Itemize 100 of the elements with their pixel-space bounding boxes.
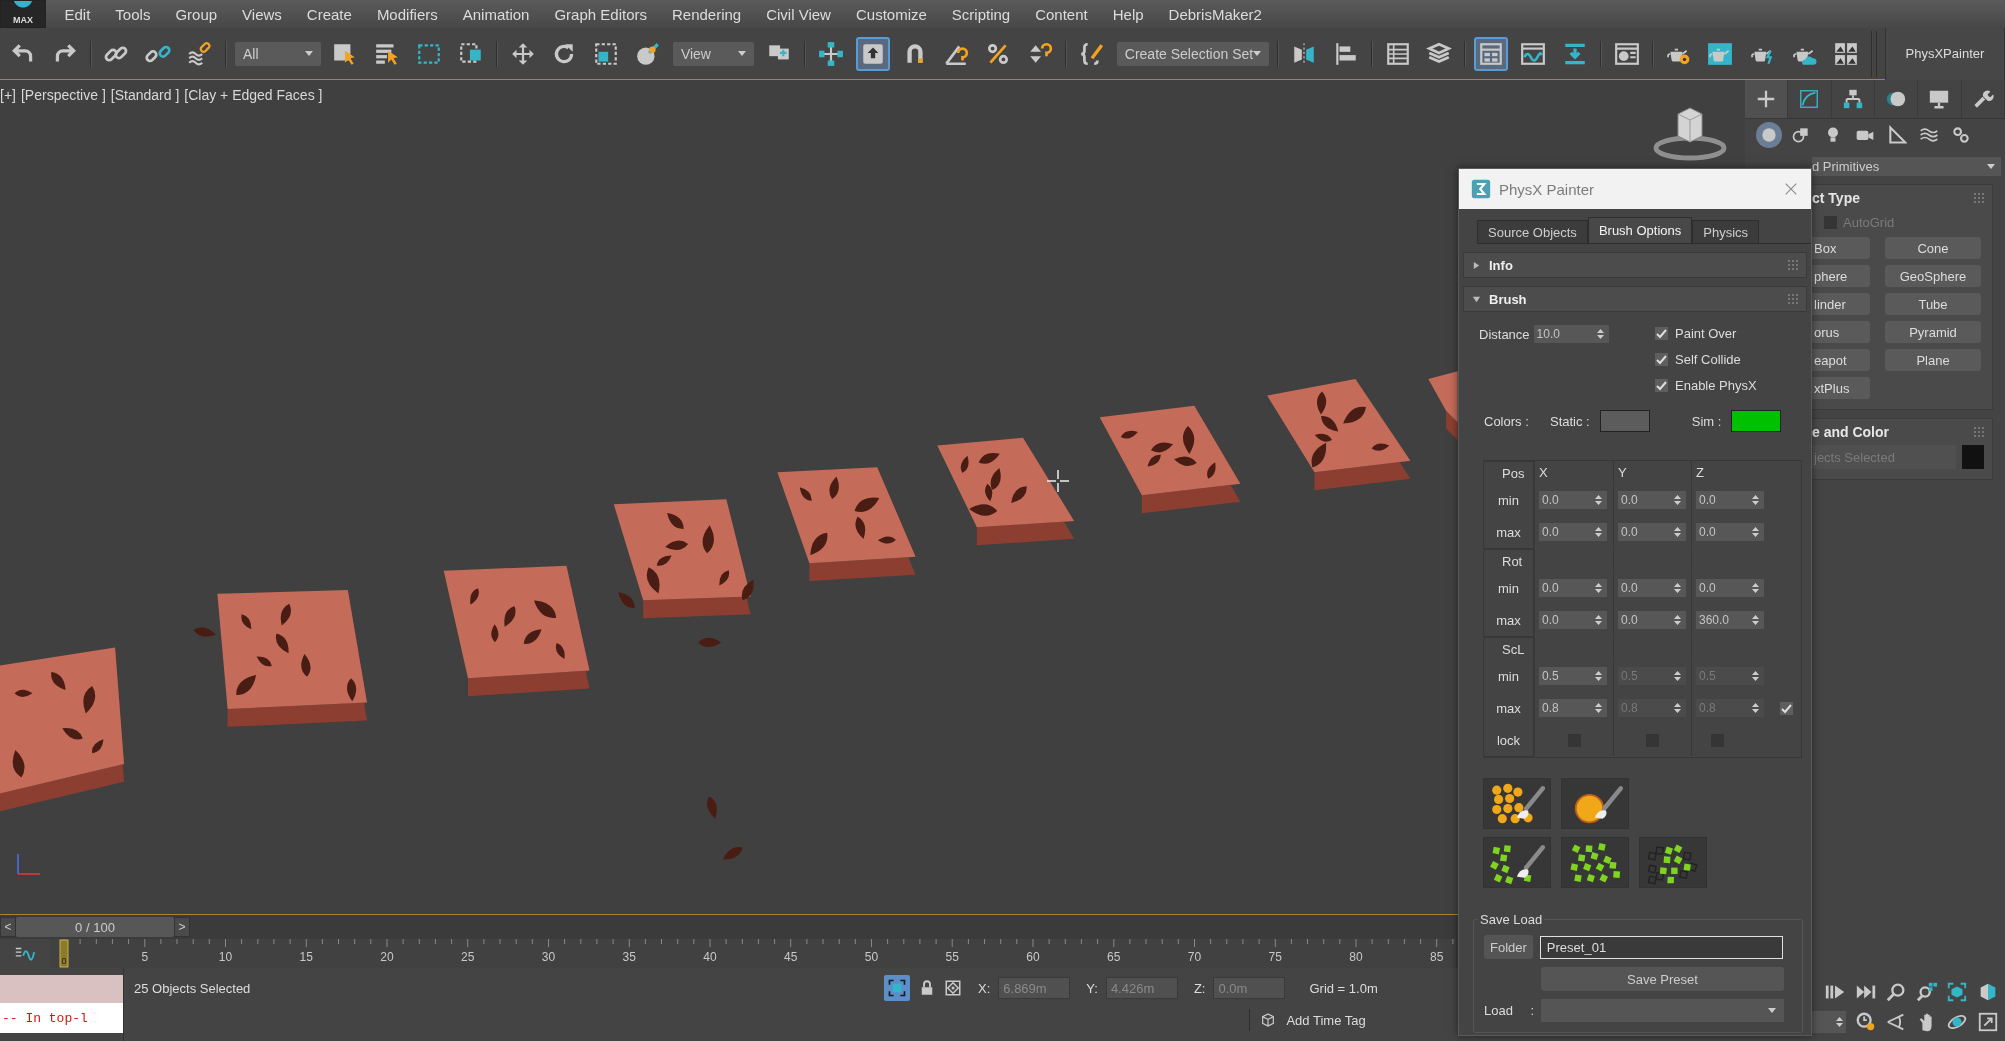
menu-item[interactable]: Customize <box>843 5 940 23</box>
menu-item[interactable]: Civil View <box>753 5 844 23</box>
color-swatch[interactable] <box>1599 410 1650 432</box>
spinner-arrows-icon[interactable] <box>1752 614 1759 626</box>
current-frame-marker[interactable]: 0 <box>59 939 69 968</box>
spinner-arrows-icon[interactable] <box>1595 526 1602 538</box>
spinner-arrows-icon[interactable] <box>1674 614 1681 626</box>
viewport-menu[interactable]: [Perspective ] <box>20 87 106 103</box>
menu-item[interactable]: Modifiers <box>364 5 451 23</box>
spinner-field[interactable]: 0.0 <box>1618 491 1686 509</box>
spinner-arrows-icon[interactable] <box>1595 670 1602 682</box>
primitive-button[interactable]: GeoSphere <box>1885 265 1981 287</box>
selection-lock-button[interactable] <box>884 975 910 1001</box>
checkbox[interactable] <box>1655 378 1668 392</box>
rollout-header[interactable]: e and Color <box>1812 419 1992 445</box>
spinner-field[interactable]: 0.0 <box>1696 491 1764 509</box>
brush-tool-button[interactable] <box>1639 837 1707 888</box>
add-time-tag-button[interactable]: Add Time Tag <box>1286 1012 1366 1028</box>
menu-item[interactable]: Animation <box>450 5 542 23</box>
panel-tab[interactable] <box>1745 80 1789 118</box>
menu-item[interactable]: Views <box>229 5 295 23</box>
primitive-button[interactable]: Tube <box>1885 293 1981 315</box>
menu-item[interactable]: Graph Editors <box>541 5 660 23</box>
menu-item[interactable]: Help <box>1100 5 1157 23</box>
spinner-field[interactable]: 0.5 <box>1539 667 1607 685</box>
spinner-arrows-icon[interactable] <box>1674 582 1681 594</box>
menu-item[interactable]: DebrisMaker2 <box>1156 5 1275 23</box>
spinner-arrows-icon[interactable] <box>1596 328 1604 340</box>
brush-tool-button[interactable] <box>1483 837 1551 888</box>
toolbar-button[interactable] <box>1474 36 1509 71</box>
rollout-header[interactable]: Brush <box>1463 286 1807 312</box>
primitive-button[interactable]: Pyramid <box>1885 321 1981 343</box>
primitive-button[interactable]: phere <box>1812 265 1870 287</box>
toolbar-dropdown[interactable]: All <box>235 41 321 66</box>
spinner-arrows-icon[interactable] <box>1595 494 1602 506</box>
spinner-arrows-icon[interactable] <box>1595 614 1602 626</box>
color-swatch[interactable] <box>1731 410 1782 432</box>
primitive-button[interactable]: linder <box>1812 293 1870 315</box>
checkbox[interactable] <box>1655 352 1668 366</box>
checkbox[interactable] <box>1655 326 1668 340</box>
spinner-field[interactable]: 0.0 <box>1539 523 1607 541</box>
diamond-frame-icon[interactable] <box>944 979 962 997</box>
time-slider-thumb[interactable]: 0 / 100 <box>16 917 174 937</box>
maximize-icon[interactable] <box>1976 1011 1999 1033</box>
menu-item[interactable]: Rendering <box>659 5 754 23</box>
primitive-button[interactable]: Plane <box>1885 349 1981 371</box>
viewport-menu[interactable]: [+] <box>0 87 16 103</box>
spinner-arrows-icon[interactable] <box>1752 494 1759 506</box>
spinner-field[interactable]: 0.0 <box>1539 579 1607 597</box>
menu-item[interactable]: Group <box>162 5 230 23</box>
toolbar-tab[interactable]: PhysXPainter <box>1884 27 2005 80</box>
spinner-field[interactable]: 0.0 <box>1696 523 1764 541</box>
spinner-field[interactable]: 0.0 <box>1618 579 1686 597</box>
spinner-field[interactable]: 0.8 <box>1539 699 1607 717</box>
menu-item[interactable]: Tools <box>102 5 163 23</box>
spinner-arrows-icon[interactable] <box>1752 526 1759 538</box>
clock-gear-icon[interactable] <box>1854 1011 1877 1033</box>
viewport-menu[interactable]: [Standard ] <box>110 87 180 103</box>
close-icon[interactable] <box>1783 181 1799 197</box>
checkbox[interactable] <box>1780 701 1793 715</box>
brush-tool-button[interactable] <box>1561 837 1629 888</box>
spinner-arrows-icon[interactable] <box>1836 1016 1843 1028</box>
tab[interactable]: Source Objects <box>1477 220 1588 243</box>
toolbar-button[interactable] <box>856 36 890 71</box>
tab[interactable]: Brush Options <box>1587 217 1693 243</box>
time-ruler[interactable]: 0 5 10 15 20 25 30 35 40 45 50 55 60 65 70 75 80 85 <box>50 939 1456 968</box>
primitive-button[interactable]: xtPlus <box>1812 377 1870 399</box>
spinner-field[interactable]: 0.0 <box>1618 523 1686 541</box>
menu-item[interactable]: Edit <box>52 5 103 23</box>
spinner-field[interactable]: 0.0 <box>1618 611 1686 629</box>
frame-spinner-field[interactable] <box>1812 1011 1846 1033</box>
spinner-arrows-icon[interactable] <box>1595 702 1602 714</box>
app-button[interactable]: MAX <box>0 0 46 28</box>
save-preset-button[interactable]: Save Preset <box>1541 967 1784 991</box>
rollout-header[interactable]: ct Type <box>1812 185 1992 211</box>
zoom-squares-icon[interactable] <box>1915 981 1938 1003</box>
toolbar-dropdown[interactable]: Create Selection Set <box>1116 41 1270 66</box>
menu-item[interactable]: Create <box>294 5 365 23</box>
color-swatch[interactable] <box>1962 445 1984 469</box>
brush-tool-button[interactable] <box>1561 778 1629 829</box>
preset-name-field[interactable]: Preset_01 <box>1539 935 1783 959</box>
rollout-header[interactable]: Info <box>1463 252 1807 278</box>
spinner-arrows-icon[interactable] <box>1674 494 1681 506</box>
brush-tool-button[interactable] <box>1483 778 1551 829</box>
listener-input[interactable] <box>0 975 123 1003</box>
spinner-arrows-icon[interactable] <box>1595 582 1602 594</box>
tab[interactable]: Physics <box>1692 220 1760 243</box>
spinner-arrows-icon[interactable] <box>1752 582 1759 594</box>
menu-item[interactable]: Scripting <box>939 5 1023 23</box>
spinner-field[interactable]: 10.0 <box>1533 325 1609 343</box>
spinner-field[interactable]: 360.0 <box>1696 611 1764 629</box>
toolbar-dropdown[interactable]: View <box>672 41 755 66</box>
spinner-field[interactable]: 0.0 <box>1696 579 1764 597</box>
previous-frame-button[interactable]: < <box>0 917 16 937</box>
spinner-field[interactable]: 0.0 <box>1539 491 1607 509</box>
spinner-field[interactable]: 0.0 <box>1539 611 1607 629</box>
category-button[interactable] <box>1756 122 1782 148</box>
primitive-button[interactable]: Cone <box>1885 237 1981 259</box>
folder-button[interactable]: Folder <box>1484 935 1533 959</box>
category-dropdown[interactable]: d Primitives <box>1812 157 2001 176</box>
